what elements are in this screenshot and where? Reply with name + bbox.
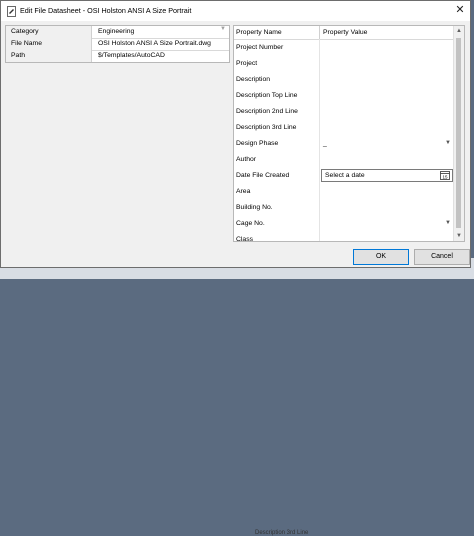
calendar-icon[interactable]: 15 (440, 171, 450, 180)
design-phase-select[interactable]: _ ▼ (321, 137, 453, 150)
property-name: Building No. (236, 204, 273, 211)
property-name: Project Number (236, 44, 284, 51)
window-title: Edit File Datasheet - OSI Holston ANSI A… (20, 6, 192, 15)
file-info-label: Category (6, 26, 92, 38)
close-icon[interactable]: ✕ (454, 4, 466, 17)
property-row[interactable]: Description Top Line (234, 88, 454, 104)
cancel-button[interactable]: Cancel (414, 249, 470, 265)
property-row[interactable]: Description 3rd Line (234, 120, 454, 136)
property-name: Area (236, 188, 251, 195)
app-icon (7, 6, 16, 17)
edit-file-datasheet-dialog: Edit File Datasheet - OSI Holston ANSI A… (0, 0, 471, 268)
property-row[interactable]: Date File Created Select a date 15 (234, 168, 454, 184)
calendar-day: 15 (442, 175, 448, 180)
property-name: Description Top Line (236, 92, 298, 99)
ok-button[interactable]: OK (353, 249, 409, 265)
property-name: Project (236, 60, 258, 67)
file-info-label: File Name (6, 38, 92, 50)
property-name: Description 3rd Line (236, 124, 297, 131)
scrollbar-thumb[interactable] (456, 38, 461, 228)
property-row[interactable]: Project Number (234, 40, 454, 56)
property-row[interactable]: Area (234, 184, 454, 200)
file-info-label: Path (6, 50, 92, 62)
chevron-down-icon[interactable]: ▼ (445, 217, 451, 230)
design-phase-value: _ (323, 140, 327, 147)
property-name: Class (236, 236, 253, 242)
category-value[interactable]: Engineering (98, 26, 228, 38)
background-text: Description 3rd Line (255, 530, 309, 536)
property-row[interactable]: Class (234, 232, 454, 242)
title-bar[interactable]: Edit File Datasheet - OSI Holston ANSI A… (1, 1, 470, 21)
property-name: Description 2nd Line (236, 108, 298, 115)
dropdown-arrow-icon[interactable]: ▼ (220, 26, 226, 32)
property-row[interactable]: Project (234, 56, 454, 72)
chevron-down-icon[interactable]: ▼ (445, 137, 451, 150)
date-file-created-picker[interactable]: Select a date 15 (321, 169, 453, 182)
property-name: Author (236, 156, 257, 163)
property-name: Design Phase (236, 140, 279, 147)
property-name-header: Property Name (236, 29, 282, 36)
cage-no-select[interactable]: ▼ (321, 217, 453, 230)
path-value[interactable]: $/Templates/AutoCAD (98, 50, 228, 62)
file-info-grid: Category Engineering ▼ File Name OSI Hol… (5, 25, 230, 63)
property-row[interactable]: Author (234, 152, 454, 168)
property-row[interactable]: Building No. (234, 200, 454, 216)
vertical-scrollbar[interactable]: ▲ ▼ (453, 26, 464, 241)
property-row[interactable]: Cage No. ▼ (234, 216, 454, 232)
property-name: Description (236, 76, 270, 83)
property-name: Date File Created (236, 172, 290, 179)
properties-header: Property Name Property Value (234, 26, 454, 40)
property-row[interactable]: Description (234, 72, 454, 88)
property-row[interactable]: Design Phase _ ▼ (234, 136, 454, 152)
property-name: Cage No. (236, 220, 265, 227)
date-placeholder: Select a date (325, 172, 365, 179)
file-name-value[interactable]: OSI Holston ANSI A Size Portrait.dwg (98, 38, 228, 50)
property-value-header: Property Value (323, 29, 368, 36)
property-row[interactable]: Description 2nd Line (234, 104, 454, 120)
properties-grid: Property Name Property Value Project Num… (233, 25, 465, 242)
scroll-down-icon[interactable]: ▼ (454, 231, 464, 241)
column-divider[interactable] (319, 26, 320, 39)
scroll-up-icon[interactable]: ▲ (454, 26, 464, 36)
file-info-row[interactable]: Path $/Templates/AutoCAD (6, 50, 229, 62)
